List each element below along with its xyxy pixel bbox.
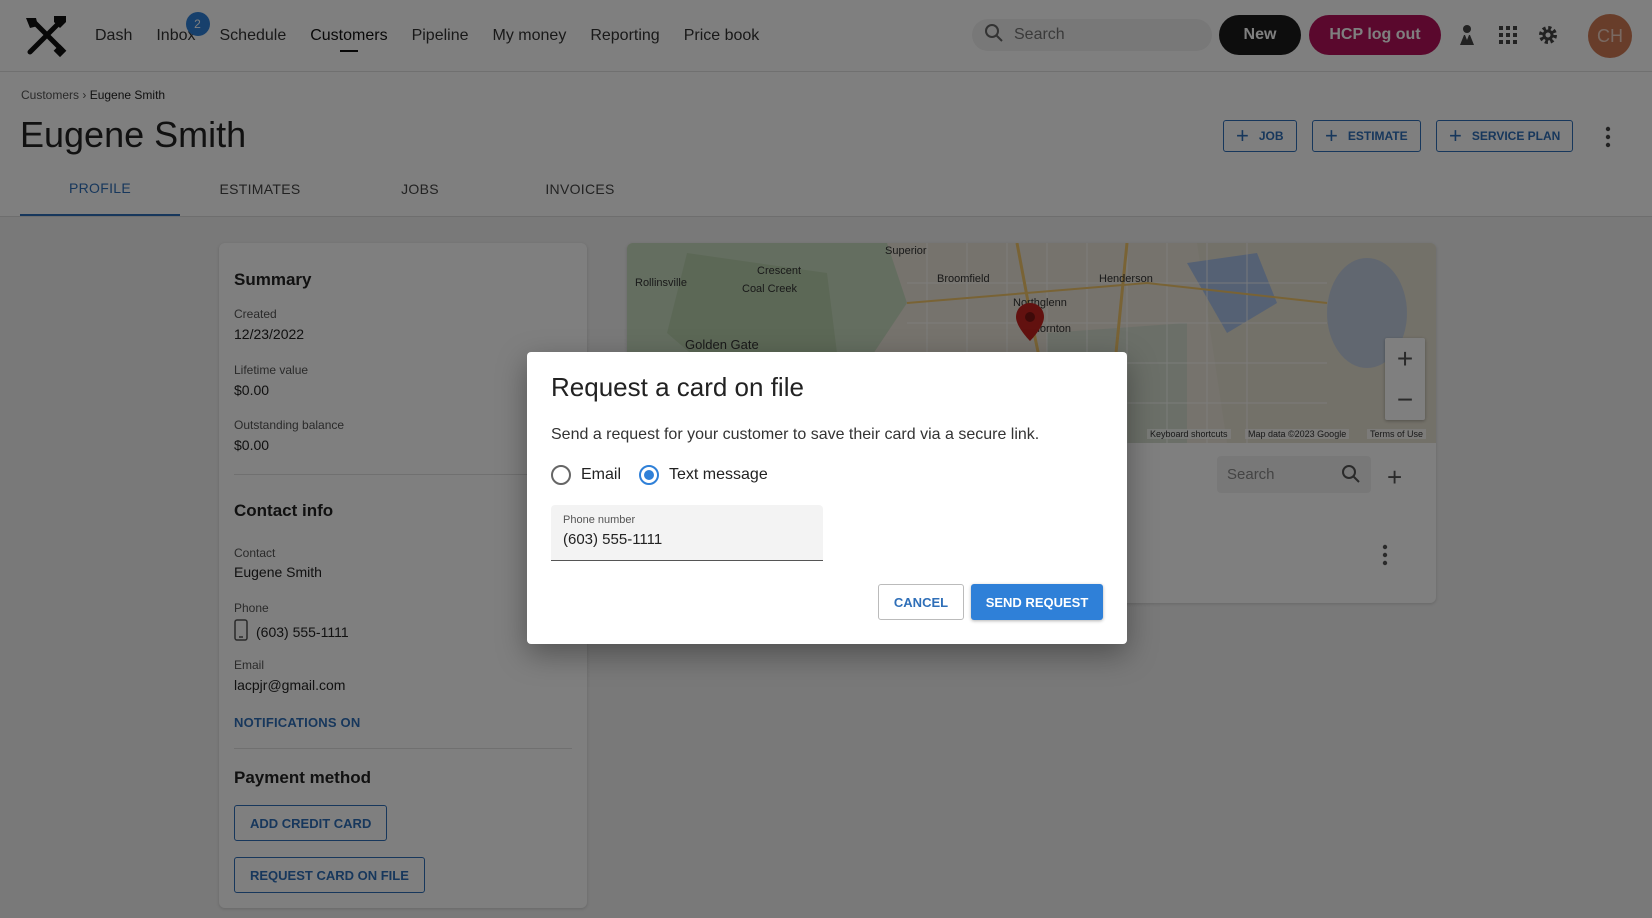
dialog-description: Send a request for your customer to save… xyxy=(551,426,1040,443)
phone-number-input[interactable]: (603) 555-1111 xyxy=(563,531,662,548)
dialog-title: Request a card on file xyxy=(551,372,804,402)
send-request-button[interactable]: SEND REQUEST xyxy=(971,584,1103,620)
radio-email-label[interactable]: Email xyxy=(581,466,621,484)
cancel-button[interactable]: CANCEL xyxy=(878,584,964,620)
request-card-dialog: Request a card on file Send a request fo… xyxy=(527,352,1127,644)
phone-number-label: Phone number xyxy=(563,514,636,526)
delivery-method-options: Email Text message xyxy=(551,465,786,485)
phone-number-field[interactable]: Phone number (603) 555-1111 xyxy=(551,505,823,561)
radio-text-message-label[interactable]: Text message xyxy=(669,466,768,484)
radio-email[interactable] xyxy=(551,465,571,485)
radio-text-message[interactable] xyxy=(639,465,660,485)
